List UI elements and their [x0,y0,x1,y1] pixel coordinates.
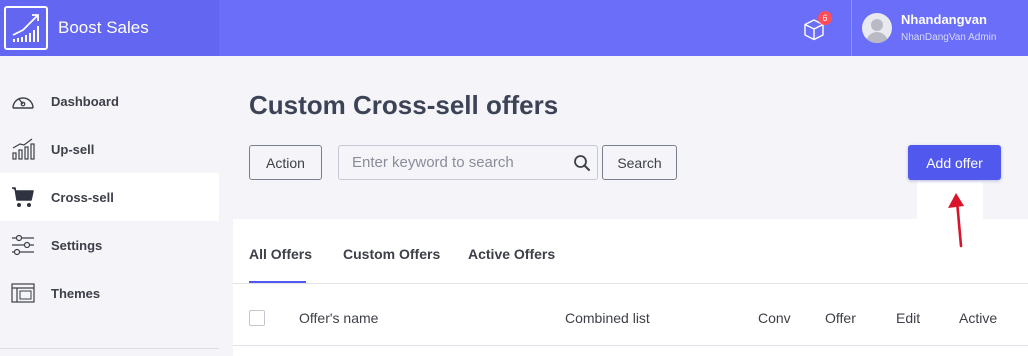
table-header-divider [233,345,1028,346]
sidebar-item-label: Dashboard [51,93,119,109]
notification-badge: 6 [818,11,832,25]
avatar [862,12,892,43]
page-title: Custom Cross-sell offers [249,90,559,120]
sidebar-item-label: Cross-sell [51,189,114,205]
top-bar: Boost Sales 6 Nhandangvan NhanDangVan Ad… [0,0,1028,56]
tab-custom-offers[interactable]: Custom Offers [343,246,440,262]
offers-card [233,219,1028,356]
column-header-combined-list[interactable]: Combined list [565,310,650,326]
search-icon[interactable] [573,154,591,172]
sidebar-item-up-sell[interactable]: Up-sell [0,125,219,173]
column-header-offer[interactable]: Offer [825,310,856,326]
sidebar: Dashboard Up-sell Cross-sell Settings Th… [0,56,219,356]
sidebar-item-dashboard[interactable]: Dashboard [0,77,219,125]
notifications-button[interactable]: 6 [800,11,832,42]
tabs-divider [233,283,1028,284]
column-header-active[interactable]: Active [959,310,997,326]
tab-all-offers[interactable]: All Offers [249,246,312,262]
search-box [338,145,598,180]
sidebar-divider [0,348,219,349]
action-button[interactable]: Action [249,145,322,180]
growth-chart-icon [10,136,36,162]
sidebar-item-label: Settings [51,237,103,253]
search-input[interactable] [339,146,567,179]
cart-icon [10,184,36,210]
sidebar-item-themes[interactable]: Themes [0,269,219,317]
tab-active-offers[interactable]: Active Offers [468,246,555,262]
sidebar-item-label: Themes [51,285,101,301]
sliders-icon [10,232,36,258]
user-role: NhanDangVan Admin [901,32,997,43]
column-header-edit[interactable]: Edit [896,310,920,326]
layout-icon [10,280,36,306]
brand[interactable]: Boost Sales [0,0,219,56]
sidebar-item-settings[interactable]: Settings [0,221,219,269]
topbar-divider [851,0,852,56]
speedometer-icon [10,88,36,114]
column-header-offer-name[interactable]: Offer's name [299,310,378,326]
sidebar-item-cross-sell[interactable]: Cross-sell [0,173,219,221]
user-name: Nhandangvan [901,12,987,27]
search-button[interactable]: Search [602,145,677,180]
user-menu[interactable]: Nhandangvan NhanDangVan Admin [862,12,996,43]
column-header-conv[interactable]: Conv [758,310,791,326]
select-all-checkbox[interactable] [249,310,265,326]
growth-logo-icon [4,6,48,50]
sidebar-item-label: Up-sell [51,141,95,157]
add-offer-button[interactable]: Add offer [908,145,1001,180]
brand-name: Boost Sales [58,18,149,37]
annotation-arrow-icon [948,193,964,248]
